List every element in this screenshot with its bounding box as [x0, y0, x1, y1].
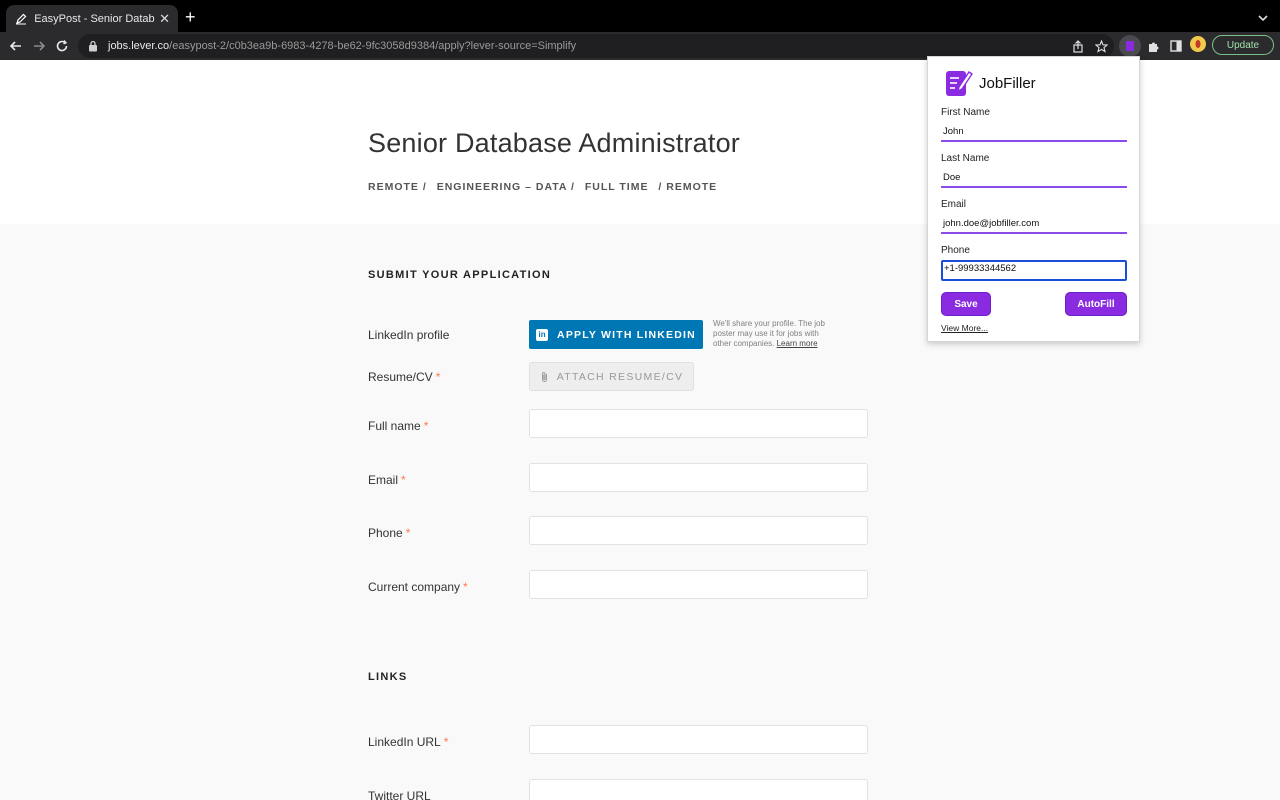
autofill-button[interactable]: AutoFill	[1065, 292, 1127, 316]
required-mark: *	[435, 370, 441, 384]
popup-phone-label: Phone	[941, 245, 970, 256]
phone-label: Phone *	[368, 526, 410, 540]
profile-avatar[interactable]	[1190, 36, 1206, 52]
phone-input[interactable]	[529, 516, 868, 545]
required-mark: *	[443, 735, 449, 749]
twitter-url-label: Twitter URL	[368, 789, 431, 800]
jobfiller-popup: JobFiller First Name John Last Name Doe …	[927, 56, 1140, 342]
full-name-label: Full name *	[368, 419, 428, 433]
current-company-label: Current company *	[368, 580, 468, 594]
linkedin-url-input[interactable]	[529, 725, 868, 754]
address-bar[interactable]: jobs.lever.co/easypost-2/c0b3ea9b-6983-4…	[78, 34, 1114, 58]
lock-icon[interactable]	[88, 40, 100, 52]
attach-resume-label: ATTACH RESUME/CV	[556, 370, 684, 383]
tab-title: EasyPost - Senior Database Ad	[34, 12, 155, 25]
email-label: Email *	[368, 473, 406, 487]
twitter-url-input[interactable]	[529, 779, 868, 800]
last-name-label: Last Name	[941, 153, 990, 164]
current-company-label-text: Current company	[368, 580, 461, 594]
current-company-input[interactable]	[529, 570, 868, 599]
share-icon[interactable]	[1070, 38, 1086, 54]
required-mark: *	[423, 419, 429, 433]
jobfiller-extension-icon[interactable]	[1119, 35, 1141, 57]
category-team: ENGINEERING – DATA /	[436, 181, 575, 193]
resume-label-text: Resume/CV	[368, 370, 433, 384]
side-panel-icon[interactable]	[1168, 38, 1184, 54]
new-tab-icon[interactable]: +	[185, 8, 196, 26]
email-label-text: Email	[368, 473, 399, 487]
job-categories: REMOTE / ENGINEERING – DATA / FULL TIME …	[368, 181, 723, 193]
category-location: REMOTE /	[368, 181, 427, 193]
popup-title: JobFiller	[979, 75, 1036, 92]
apply-with-linkedin-button[interactable]: in APPLY WITH LINKEDIN	[529, 320, 703, 349]
puzzle-extensions-icon[interactable]	[1145, 38, 1161, 54]
required-mark: *	[463, 580, 468, 594]
popup-email-input[interactable]: john.doe@jobfiller.com	[941, 214, 1127, 234]
required-mark: *	[405, 526, 411, 540]
phone-label-text: Phone	[368, 526, 403, 540]
forward-arrow-icon[interactable]	[31, 38, 47, 54]
popup-email-label: Email	[941, 199, 967, 210]
save-button[interactable]: Save	[941, 292, 991, 316]
attach-resume-button[interactable]: ATTACH RESUME/CV	[529, 362, 694, 391]
url-host: jobs.lever.co	[108, 40, 170, 52]
email-input[interactable]	[529, 463, 868, 492]
job-title: Senior Database Administrator	[368, 128, 740, 158]
linkedin-profile-label: LinkedIn profile	[368, 328, 450, 342]
first-name-label: First Name	[941, 107, 990, 118]
url-path: /easypost-2/c0b3ea9b-6983-4278-be62-9fc3…	[169, 40, 577, 52]
submit-application-heading: SUBMIT YOUR APPLICATION	[368, 269, 552, 281]
last-name-input[interactable]: Doe	[941, 168, 1127, 188]
paperclip-icon	[540, 371, 549, 383]
required-mark: *	[401, 473, 406, 487]
category-commitment: FULL TIME	[584, 181, 649, 193]
category-workplace: / REMOTE	[658, 181, 718, 193]
update-button[interactable]: Update	[1212, 35, 1274, 55]
close-tab-icon[interactable]: ✕	[159, 12, 170, 25]
links-heading: LINKS	[368, 671, 408, 683]
linkedin-url-label-text: LinkedIn URL	[368, 735, 441, 749]
reload-icon[interactable]	[54, 38, 70, 54]
chevron-down-icon[interactable]	[1258, 10, 1268, 28]
resume-label: Resume/CV *	[368, 370, 440, 384]
back-arrow-icon[interactable]	[8, 38, 24, 54]
view-more-link[interactable]: View More...	[941, 323, 988, 333]
tab-bar: EasyPost - Senior Database Ad ✕ +	[0, 0, 1280, 32]
full-name-label-text: Full name	[368, 419, 421, 433]
star-bookmark-icon[interactable]	[1093, 38, 1109, 54]
first-name-input[interactable]: John	[941, 122, 1127, 142]
jobfiller-logo-icon	[945, 68, 973, 98]
linkedin-icon: in	[536, 328, 549, 341]
full-name-input[interactable]	[529, 409, 868, 438]
popup-phone-input[interactable]: +1-99933344562	[941, 260, 1127, 281]
apply-with-linkedin-label: APPLY WITH LINKEDIN	[557, 328, 696, 341]
learn-more-link[interactable]: Learn more	[777, 339, 818, 348]
browser-tab[interactable]: EasyPost - Senior Database Ad ✕	[6, 5, 178, 32]
pen-favicon-icon	[14, 12, 27, 26]
linkedin-note: We'll share your profile. The job poster…	[713, 319, 837, 349]
linkedin-url-label: LinkedIn URL *	[368, 735, 448, 749]
